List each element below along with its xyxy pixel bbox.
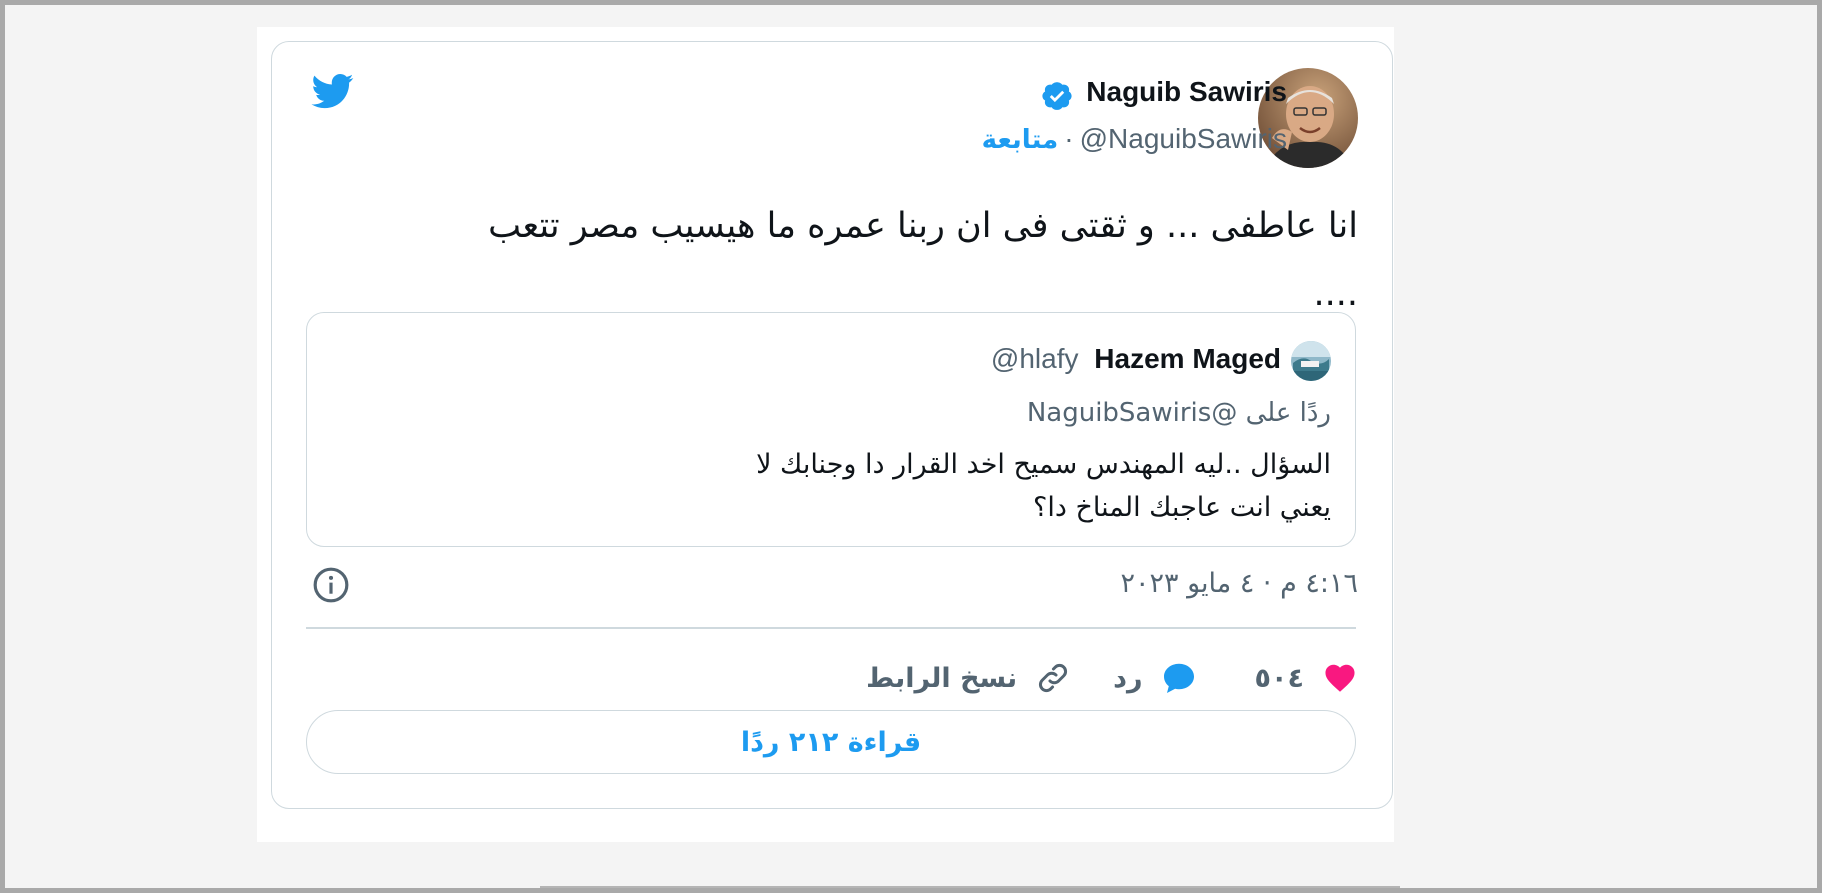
- copy-link-button[interactable]: نسخ الرابط: [866, 660, 1071, 696]
- reply-prefix: ردًا على: [1245, 398, 1331, 428]
- quoted-avatar-image: [1291, 341, 1331, 381]
- like-button[interactable]: ٥٠٤: [1255, 660, 1358, 696]
- like-count: ٥٠٤: [1254, 662, 1304, 694]
- copy-link-label: نسخ الرابط: [866, 662, 1018, 694]
- tweet-actions: ٥٠٤ رد نسخ الرابط: [308, 650, 1358, 706]
- quoted-text-line-1: السؤال ..ليه المهندس سميح اخد القرار دا …: [756, 449, 1331, 480]
- quoted-text-line-2: يعني انت عاجبك المناخ دا؟: [1033, 492, 1331, 523]
- tweet-text: انا عاطفى ... و ثقتى فى ان ربنا عمره ما …: [328, 192, 1358, 328]
- info-icon[interactable]: [312, 566, 350, 604]
- author-name[interactable]: Naguib Sawiris: [587, 76, 1287, 108]
- tweet-text-line-1: انا عاطفى ... و ثقتى فى ان ربنا عمره ما …: [488, 206, 1358, 246]
- quoted-name[interactable]: Hazem Maged: [1094, 343, 1281, 374]
- tweet-timestamp[interactable]: ٤:١٦ م · ٤ مايو ٢٠٢٣: [758, 568, 1358, 599]
- quoted-author[interactable]: @hlafy Hazem Maged: [681, 343, 1281, 375]
- quoted-tweet[interactable]: @hlafy Hazem Maged ردًا على @NaguibSawir…: [306, 312, 1356, 547]
- bottom-divider: [540, 886, 1400, 888]
- tweet-card[interactable]: Naguib Sawiris متابعة · @NaguibSawiris انا…: [271, 41, 1393, 809]
- follow-link[interactable]: متابعة: [982, 125, 1059, 155]
- quoted-text: السؤال ..ليه المهندس سميح اخد القرار دا …: [341, 443, 1331, 529]
- author-meta: متابعة · @NaguibSawiris: [587, 123, 1287, 155]
- reply-label: رد: [1113, 662, 1143, 694]
- reply-button[interactable]: رد: [1113, 660, 1196, 696]
- link-icon: [1039, 664, 1068, 692]
- meta-separator: ·: [1064, 123, 1074, 154]
- quoted-author-avatar: [1291, 341, 1331, 381]
- twitter-bird-icon[interactable]: [308, 70, 358, 112]
- speech-bubble-icon: [1163, 663, 1194, 693]
- heart-icon: [1325, 664, 1355, 692]
- read-replies-button[interactable]: قراءة ٢١٢ ردًا: [306, 710, 1356, 774]
- author-handle[interactable]: @NaguibSawiris: [1080, 123, 1287, 154]
- quoted-handle[interactable]: @hlafy: [991, 343, 1079, 374]
- reply-to-handle[interactable]: @NaguibSawiris: [1027, 398, 1237, 428]
- reply-context: ردًا على @NaguibSawiris: [431, 398, 1331, 428]
- actions-divider: [306, 627, 1356, 629]
- verified-badge-icon: [1042, 82, 1072, 110]
